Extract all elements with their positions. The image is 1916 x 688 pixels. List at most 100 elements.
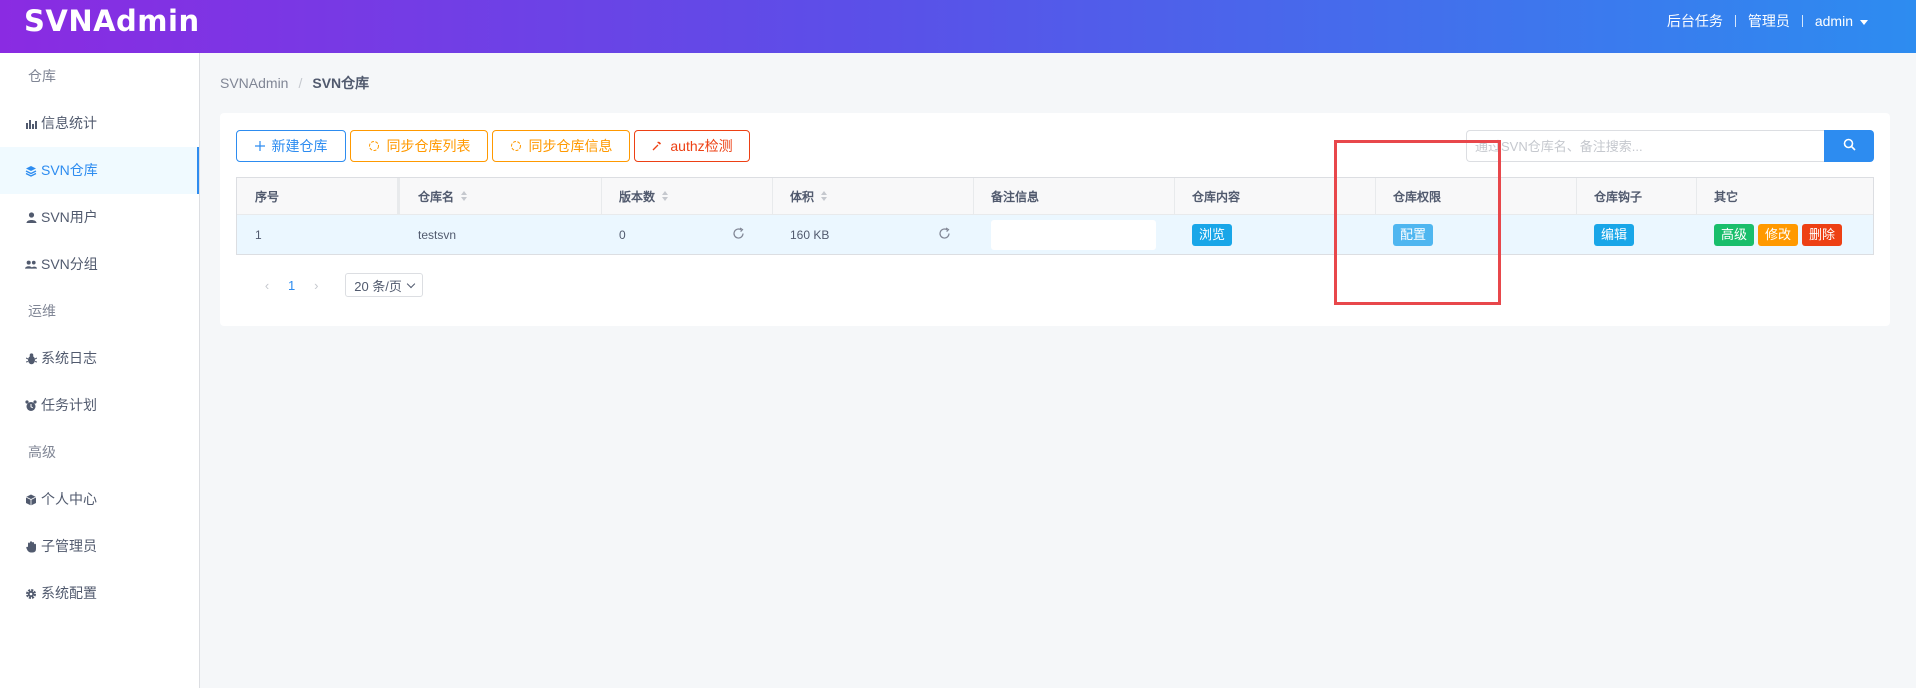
caret-down-icon [1860, 19, 1868, 25]
sync-repo-list-label: 同步仓库列表 [386, 138, 471, 154]
gear-icon [25, 588, 37, 600]
repo-table: 序号 仓库名 版本数 体积 备注信息 仓库内容 仓库权限 仓库钩子 其它 1 t… [236, 177, 1874, 255]
nav-background-tasks[interactable]: 后台任务 [1667, 11, 1723, 31]
search-input[interactable] [1466, 130, 1824, 162]
sidebar-item-svn-repos[interactable]: SVN仓库 [0, 147, 199, 194]
col-header-revisions[interactable]: 版本数 [601, 178, 772, 214]
cell-index: 1 [255, 227, 262, 242]
breadcrumb-root[interactable]: SVNAdmin [220, 75, 288, 91]
sidebar-item-label: 个人中心 [41, 491, 97, 507]
search-icon [1843, 138, 1856, 154]
sort-icon[interactable] [461, 191, 468, 201]
repo-list-card: 新建仓库 同步仓库列表 同步仓库信息 authz检测 序号 仓库名 版本数 体积… [220, 113, 1890, 326]
sidebar-item-label: 信息统计 [41, 115, 97, 131]
page-size-value: 20 条/页 [354, 278, 402, 294]
table-row: 1 testsvn 0 160 KB 浏览 配置 编辑 高级 修改 删除 [237, 215, 1873, 254]
sidebar-item-task-plan[interactable]: 任务计划 [0, 382, 199, 429]
plus-icon [254, 141, 265, 151]
annotation-highlight-box [1334, 140, 1501, 305]
page-number[interactable]: 1 [288, 278, 295, 293]
sidebar-item-sub-admins[interactable]: 子管理员 [0, 523, 199, 570]
new-repo-button[interactable]: 新建仓库 [236, 130, 346, 162]
sidebar-item-label: 子管理员 [41, 538, 97, 554]
col-header-index: 序号 [255, 189, 280, 204]
group-icon [25, 259, 37, 271]
sidebar-item-label: 系统配置 [41, 585, 97, 601]
user-menu[interactable]: admin [1815, 13, 1868, 29]
refresh-icon[interactable] [938, 227, 951, 243]
authz-check-label: authz检测 [670, 138, 733, 154]
cell-hooks: 编辑 [1576, 215, 1696, 254]
modify-button[interactable]: 修改 [1758, 223, 1799, 246]
sidebar-item-system-config[interactable]: 系统配置 [0, 570, 199, 617]
next-page-icon[interactable]: › [309, 278, 323, 293]
page-size-select[interactable]: 20 条/页 [345, 273, 423, 297]
sidebar-group-ops: 运维 [28, 303, 56, 319]
advanced-button[interactable]: 高级 [1714, 223, 1755, 246]
sidebar-item-svn-users[interactable]: SVN用户 [0, 194, 199, 241]
browse-button[interactable]: 浏览 [1192, 223, 1233, 246]
sync-repo-info-button[interactable]: 同步仓库信息 [492, 130, 630, 162]
authz-check-button[interactable]: authz检测 [634, 130, 750, 162]
sidebar: 仓库 信息统计 SVN仓库 SVN用户 SVN分组 运维 系统日志 任务计划 高… [0, 53, 200, 688]
sidebar-item-system-log[interactable]: 系统日志 [0, 335, 199, 382]
layers-icon [25, 165, 37, 177]
refresh-icon[interactable] [732, 227, 745, 243]
sort-icon[interactable] [662, 191, 669, 201]
table-header: 序号 仓库名 版本数 体积 备注信息 仓库内容 仓库权限 仓库钩子 其它 [237, 178, 1873, 215]
edit-hooks-button[interactable]: 编辑 [1594, 223, 1635, 246]
col-header-note: 备注信息 [991, 189, 1040, 204]
cell-revisions: 0 [601, 215, 772, 254]
prev-page-icon[interactable]: ‹ [260, 278, 274, 293]
sidebar-item-label: SVN分组 [41, 256, 98, 272]
sync-repo-list-button[interactable]: 同步仓库列表 [350, 130, 488, 162]
breadcrumb-current: SVN仓库 [312, 75, 370, 91]
sidebar-item-label: 任务计划 [41, 397, 97, 413]
bar-chart-icon [25, 118, 37, 130]
sidebar-item-label: 系统日志 [41, 350, 97, 366]
cell-repo-name: testsvn [418, 227, 457, 242]
nav-admin-role[interactable]: 管理员 [1748, 11, 1790, 31]
nav-divider [1734, 15, 1736, 27]
sidebar-item-personal-center[interactable]: 个人中心 [0, 476, 199, 523]
cell-other: 高级 修改 删除 [1696, 215, 1873, 254]
cell-size-value: 160 KB [790, 227, 830, 242]
note-input[interactable] [991, 219, 1156, 250]
nav-divider [1801, 15, 1803, 27]
bug-icon [25, 352, 37, 365]
col-header-label: 仓库名 [418, 189, 455, 204]
cell-note [973, 215, 1174, 254]
col-header-name[interactable]: 仓库名 [400, 178, 601, 214]
sync-icon [510, 140, 522, 152]
user-name: admin [1814, 13, 1853, 29]
app-logo[interactable]: SVNAdmin [24, 4, 200, 38]
search-button[interactable] [1824, 130, 1874, 162]
pagination: ‹ 1 › 20 条/页 [260, 273, 423, 297]
sidebar-group-repo: 仓库 [28, 68, 56, 84]
new-repo-label: 新建仓库 [271, 138, 328, 154]
sidebar-item-label: SVN用户 [41, 209, 98, 225]
alarm-icon [25, 399, 37, 412]
delete-button[interactable]: 删除 [1802, 223, 1843, 246]
hand-icon [25, 540, 37, 553]
col-header-other: 其它 [1714, 189, 1739, 204]
breadcrumb-separator: / [298, 75, 303, 91]
sync-repo-info-label: 同步仓库信息 [528, 138, 613, 154]
sidebar-group-advanced: 高级 [28, 444, 56, 460]
col-header-hooks: 仓库钩子 [1594, 189, 1643, 204]
col-header-label: 版本数 [619, 189, 656, 204]
sync-icon [368, 140, 380, 152]
sidebar-item-stats[interactable]: 信息统计 [0, 100, 199, 147]
cube-icon [25, 494, 37, 506]
cell-size: 160 KB [772, 215, 973, 254]
cell-revisions-value: 0 [619, 227, 626, 242]
col-header-label: 体积 [790, 189, 815, 204]
breadcrumb: SVNAdmin / SVN仓库 [220, 73, 369, 93]
sidebar-item-svn-groups[interactable]: SVN分组 [0, 241, 199, 288]
wrench-icon [651, 140, 663, 152]
col-header-size[interactable]: 体积 [772, 178, 973, 214]
sidebar-item-label: SVN仓库 [41, 162, 98, 178]
top-nav: 后台任务 管理员 admin [1667, 11, 1868, 31]
sort-icon[interactable] [821, 191, 828, 201]
chevron-down-icon [406, 279, 416, 288]
